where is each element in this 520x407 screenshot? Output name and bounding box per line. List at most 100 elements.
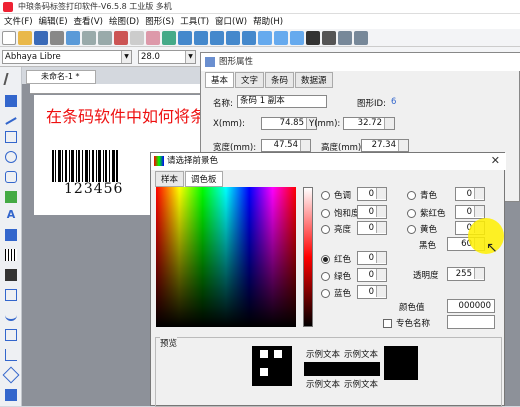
color-dialog-title: 请选择前景色 <box>151 153 506 170</box>
triangle-tool-icon[interactable] <box>5 349 17 361</box>
opacity-label: 透明度 <box>413 271 439 281</box>
paste-icon[interactable] <box>146 30 160 45</box>
print-icon[interactable] <box>50 30 64 45</box>
cut-icon[interactable] <box>114 30 128 45</box>
undo-icon[interactable] <box>82 30 96 45</box>
x-label: X(mm): <box>213 119 245 129</box>
tab-barcode[interactable]: 条码 <box>265 72 295 88</box>
brightness-input[interactable]: 0 <box>357 221 387 235</box>
image-tool-icon[interactable] <box>5 191 17 203</box>
zoom-fit-icon[interactable] <box>290 30 304 45</box>
menu-view[interactable]: 查看(V) <box>74 15 103 27</box>
rounded-rect-tool-icon[interactable] <box>5 171 17 183</box>
zoom-out-icon[interactable] <box>274 30 288 45</box>
hue-radio[interactable] <box>321 190 330 200</box>
window-title: 中琅条码标签打印软件-V6.5.8 工业版 多机 <box>18 2 172 11</box>
text-tool-icon[interactable]: A <box>5 209 17 221</box>
cyan-radio[interactable] <box>407 190 416 200</box>
main-toolbar <box>0 29 520 47</box>
magenta-radio[interactable] <box>407 208 416 218</box>
red-radio[interactable] <box>321 254 330 264</box>
ellipse-tool-icon[interactable] <box>5 151 17 163</box>
font-size-select[interactable]: 28.0 ▼ <box>138 50 196 64</box>
document-tab[interactable]: 未命名-1 * <box>26 70 96 84</box>
font-family-select[interactable]: Abhaya Libre ▼ <box>2 50 132 64</box>
opacity-input[interactable]: 255 <box>447 267 485 281</box>
magenta-input[interactable]: 0 <box>455 205 485 219</box>
table-tool-icon[interactable] <box>5 289 17 301</box>
rectangle-tool-icon[interactable] <box>5 131 17 143</box>
richtext-tool-icon[interactable] <box>5 229 17 241</box>
hue-input[interactable]: 0 <box>357 187 387 201</box>
spot-color-label: 专色名称 <box>396 319 431 329</box>
yellow-radio[interactable] <box>407 224 416 234</box>
saturation-radio[interactable] <box>321 208 330 218</box>
polygon-tool-icon[interactable] <box>5 329 17 341</box>
menu-draw[interactable]: 绘图(D) <box>109 15 139 27</box>
copy-icon[interactable] <box>130 30 144 45</box>
color-value-label: 颜色值 <box>399 303 425 313</box>
tab-datasource[interactable]: 数据源 <box>295 72 333 88</box>
luminance-slider[interactable] <box>303 187 313 327</box>
saturation-input[interactable]: 0 <box>357 205 387 219</box>
close-icon[interactable]: ✕ <box>491 154 500 167</box>
menu-file[interactable]: 文件(F) <box>4 15 33 27</box>
name-input[interactable]: 条码 1 副本 <box>237 95 327 108</box>
color-spectrum[interactable] <box>156 187 296 327</box>
align-top-icon[interactable] <box>226 30 240 45</box>
star-tool-icon[interactable] <box>5 389 17 401</box>
green-input[interactable]: 0 <box>357 268 387 282</box>
spot-color-input[interactable] <box>447 315 495 329</box>
blue-radio[interactable] <box>321 288 330 298</box>
pointer-tool-icon[interactable] <box>5 95 17 107</box>
color-dialog: 请选择前景色 ✕ 样本 调色板 色调 0 饱和度 0 亮度 0 红色 0 绿色 … <box>150 152 506 407</box>
grid-icon[interactable] <box>322 30 336 45</box>
preview-panel: 预览 示例文本 示例文本 示例文本 示例文本 <box>155 337 502 407</box>
align-bottom-icon[interactable] <box>242 30 256 45</box>
brightness-radio[interactable] <box>321 224 330 234</box>
curve-tool-icon[interactable] <box>5 309 17 321</box>
cyan-input[interactable]: 0 <box>455 187 485 201</box>
tab-samples[interactable]: 样本 <box>155 171 185 187</box>
tab-palette[interactable]: 调色板 <box>185 171 223 187</box>
save-icon[interactable] <box>34 30 48 45</box>
database-icon[interactable] <box>162 30 176 45</box>
width-input[interactable]: 47.54 <box>261 139 311 152</box>
green-radio[interactable] <box>321 271 330 281</box>
line-tool-icon[interactable] <box>5 117 17 125</box>
barcode-object[interactable] <box>52 150 118 182</box>
menu-edit[interactable]: 编辑(E) <box>39 15 68 27</box>
menu-tools[interactable]: 工具(T) <box>180 15 209 27</box>
redo-icon[interactable] <box>98 30 112 45</box>
barcode-tool-icon[interactable] <box>5 249 17 261</box>
menu-window[interactable]: 窗口(W) <box>215 15 247 27</box>
print-preview-icon[interactable] <box>66 30 80 45</box>
red-input[interactable]: 0 <box>357 251 387 265</box>
tab-basic[interactable]: 基本 <box>205 72 235 88</box>
menu-shape[interactable]: 图形(S) <box>145 15 174 27</box>
select-tool-icon[interactable] <box>3 73 19 85</box>
qrcode-tool-icon[interactable] <box>5 269 17 281</box>
yellow-label: 黄色 <box>420 225 438 235</box>
new-icon[interactable] <box>2 30 16 45</box>
open-icon[interactable] <box>18 30 32 45</box>
spot-color-checkbox[interactable] <box>383 318 392 328</box>
align-left-icon[interactable] <box>178 30 192 45</box>
align-right-icon[interactable] <box>210 30 224 45</box>
menu-help[interactable]: 帮助(H) <box>253 15 283 27</box>
y-input[interactable]: 32.72 <box>343 117 395 130</box>
height-input[interactable]: 27.34 <box>361 139 409 152</box>
tab-text[interactable]: 文字 <box>235 72 265 88</box>
lock-icon[interactable] <box>354 30 368 45</box>
align-center-icon[interactable] <box>194 30 208 45</box>
blue-label: 蓝色 <box>334 289 352 299</box>
zoom-in-icon[interactable] <box>258 30 272 45</box>
layer-icon[interactable] <box>338 30 352 45</box>
diamond-tool-icon[interactable] <box>2 366 20 384</box>
color-value-input[interactable]: 000000 <box>447 299 495 313</box>
preview-black-bar <box>304 362 380 376</box>
blue-input[interactable]: 0 <box>357 285 387 299</box>
canvas-text-object[interactable]: 在条码软件中如何将条 <box>46 103 206 127</box>
qrcode-icon[interactable] <box>306 30 320 45</box>
horizontal-ruler <box>30 84 210 94</box>
